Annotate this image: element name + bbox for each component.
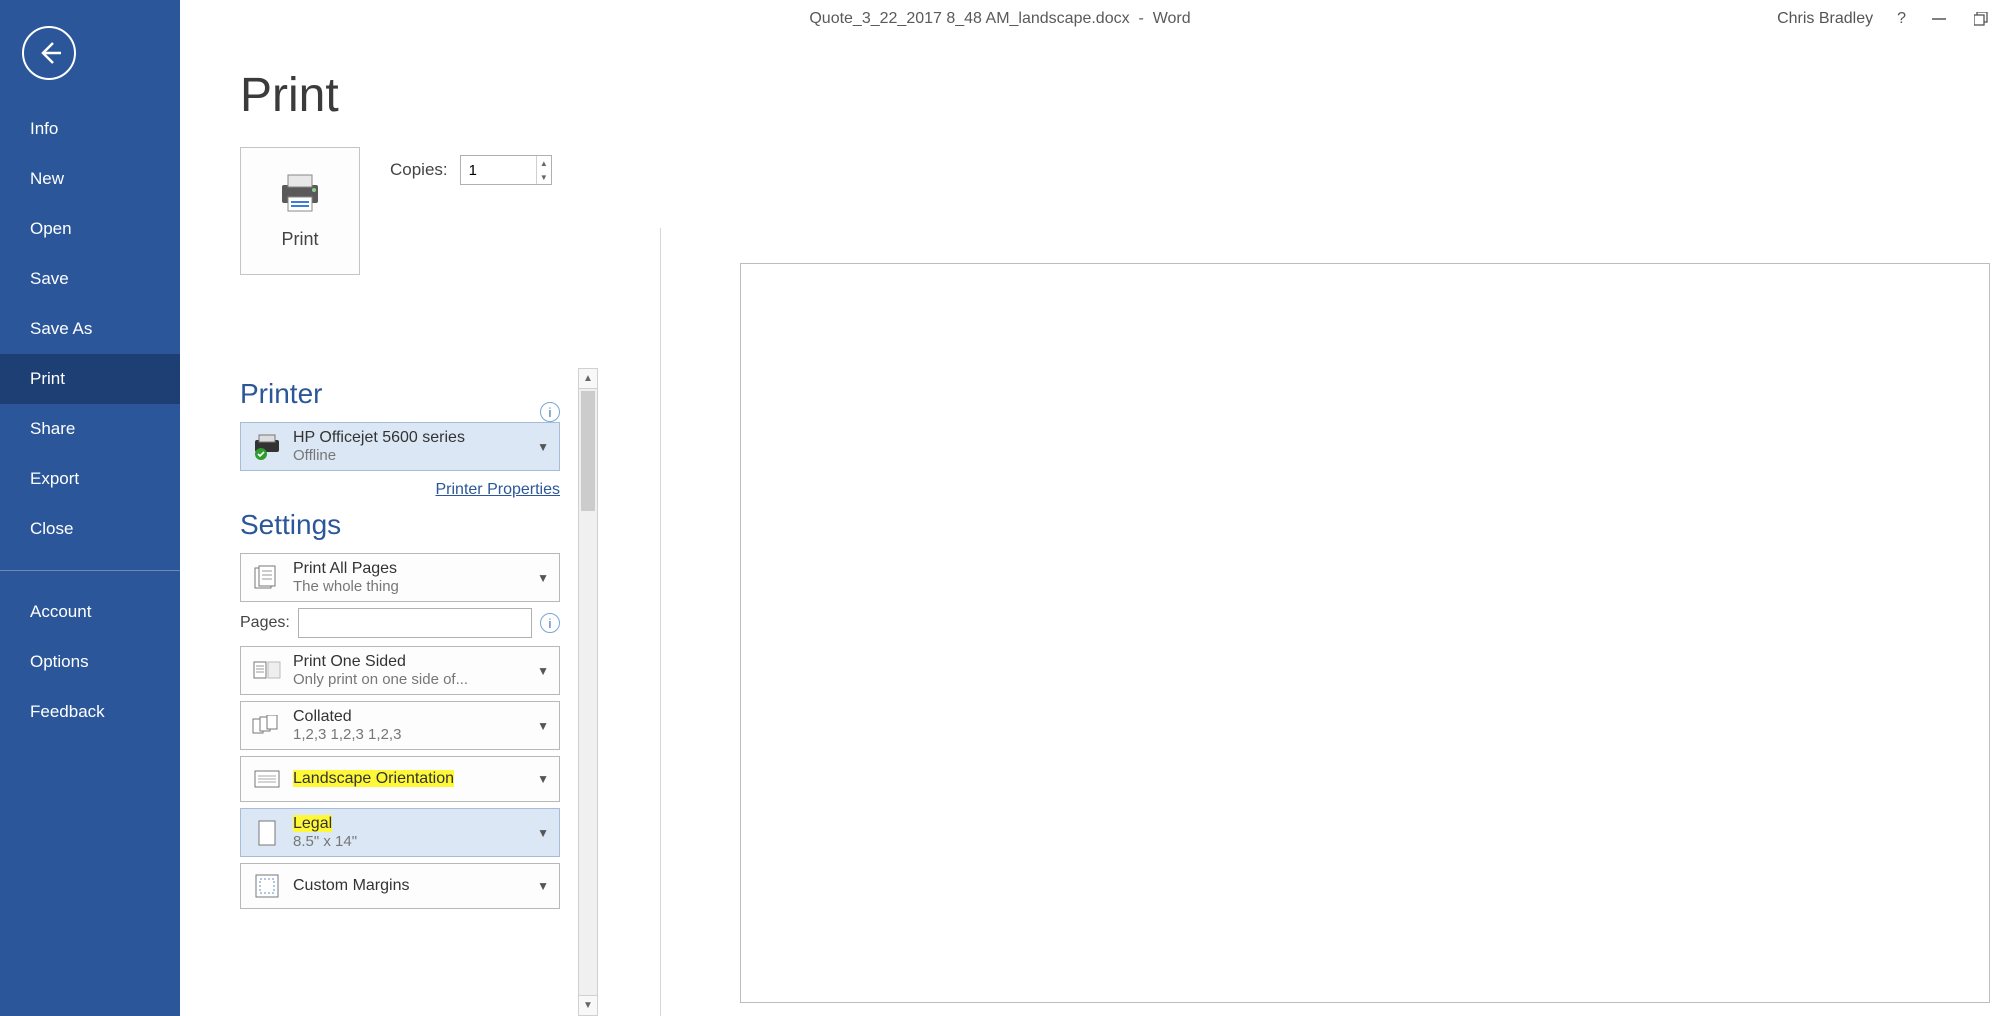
printer-status-icon xyxy=(251,431,283,463)
minimize-button[interactable] xyxy=(1930,10,1948,28)
user-name[interactable]: Chris Bradley xyxy=(1777,10,1873,28)
printer-selector[interactable]: HP Officejet 5600 series Offline ▼ xyxy=(240,422,560,471)
sidebar-item-save[interactable]: Save xyxy=(0,254,180,304)
print-what-selector[interactable]: Print All Pages The whole thing ▼ xyxy=(240,553,560,602)
sides-selector[interactable]: Print One Sided Only print on one side o… xyxy=(240,646,560,695)
printer-section-title: Printer xyxy=(240,378,322,410)
copies-stepper[interactable]: ▲ ▼ xyxy=(460,155,552,185)
orientation-selector[interactable]: Landscape Orientation ▼ xyxy=(240,756,560,802)
print-preview xyxy=(740,263,1990,1003)
restore-button[interactable] xyxy=(1972,10,1990,28)
chevron-down-icon: ▼ xyxy=(537,879,549,893)
orientation-primary: Landscape Orientation xyxy=(293,770,454,788)
collate-selector[interactable]: Collated 1,2,3 1,2,3 1,2,3 ▼ xyxy=(240,701,560,750)
title-bar: Quote_3_22_2017 8_48 AM_landscape.docx -… xyxy=(0,0,2000,38)
one-sided-icon xyxy=(251,655,283,687)
chevron-down-icon: ▼ xyxy=(537,772,549,786)
page-title: Print xyxy=(240,68,1960,123)
print-button[interactable]: Print xyxy=(240,147,360,275)
copies-up[interactable]: ▲ xyxy=(537,156,551,170)
print-button-label: Print xyxy=(281,229,318,250)
sides-primary: Print One Sided xyxy=(293,653,468,671)
sidebar-item-share[interactable]: Share xyxy=(0,404,180,454)
print-what-primary: Print All Pages xyxy=(293,560,399,578)
paper-size-selector[interactable]: Legal 8.5" x 14" ▼ xyxy=(240,808,560,857)
collate-primary: Collated xyxy=(293,708,401,726)
printer-status: Offline xyxy=(293,447,465,464)
sidebar-item-new[interactable]: New xyxy=(0,154,180,204)
sidebar-divider xyxy=(0,570,180,571)
printer-properties-link[interactable]: Printer Properties xyxy=(240,481,560,499)
sidebar-item-feedback[interactable]: Feedback xyxy=(0,687,180,737)
pages-label: Pages: xyxy=(240,614,290,632)
sidebar-item-info[interactable]: Info xyxy=(0,104,180,154)
collate-secondary: 1,2,3 1,2,3 1,2,3 xyxy=(293,726,401,743)
scroll-down-button[interactable]: ▼ xyxy=(579,995,597,1015)
back-button[interactable] xyxy=(22,26,76,80)
scroll-up-button[interactable]: ▲ xyxy=(579,369,597,389)
sidebar-item-close[interactable]: Close xyxy=(0,504,180,554)
document-title: Quote_3_22_2017 8_48 AM_landscape.docx -… xyxy=(809,10,1190,28)
landscape-icon xyxy=(251,763,283,795)
copies-down[interactable]: ▼ xyxy=(537,170,551,184)
paper-primary: Legal xyxy=(293,815,357,833)
chevron-down-icon: ▼ xyxy=(537,440,549,454)
sidebar-item-open[interactable]: Open xyxy=(0,204,180,254)
settings-scrollbar[interactable]: ▲ ▼ xyxy=(578,368,598,1016)
help-button[interactable]: ? xyxy=(1897,10,1906,28)
copies-input[interactable] xyxy=(461,156,536,184)
page-icon xyxy=(251,817,283,849)
pages-info-icon[interactable]: i xyxy=(540,613,560,633)
pages-input[interactable] xyxy=(298,608,532,638)
collate-icon xyxy=(251,710,283,742)
pages-stack-icon xyxy=(251,562,283,594)
printer-icon xyxy=(276,173,324,213)
scroll-thumb[interactable] xyxy=(581,391,595,511)
chevron-down-icon: ▼ xyxy=(537,826,549,840)
backstage-sidebar: Info New Open Save Save As Print Share E… xyxy=(0,0,180,1016)
sidebar-item-print[interactable]: Print xyxy=(0,354,180,404)
printer-info-icon[interactable]: i xyxy=(540,402,560,422)
printer-name: HP Officejet 5600 series xyxy=(293,429,465,447)
sidebar-item-account[interactable]: Account xyxy=(0,587,180,637)
chevron-down-icon: ▼ xyxy=(537,664,549,678)
chevron-down-icon: ▼ xyxy=(537,571,549,585)
margins-primary: Custom Margins xyxy=(293,877,409,895)
copies-label: Copies: xyxy=(390,160,448,180)
vertical-separator xyxy=(660,228,661,1016)
margins-icon xyxy=(251,870,283,902)
margins-selector[interactable]: Custom Margins ▼ xyxy=(240,863,560,909)
chevron-down-icon: ▼ xyxy=(537,719,549,733)
settings-section-title: Settings xyxy=(240,509,560,541)
paper-secondary: 8.5" x 14" xyxy=(293,833,357,850)
sides-secondary: Only print on one side of... xyxy=(293,671,468,688)
backstage-main: Print Print Copies: xyxy=(180,38,2000,1016)
print-what-secondary: The whole thing xyxy=(293,578,399,595)
sidebar-item-options[interactable]: Options xyxy=(0,637,180,687)
sidebar-item-save-as[interactable]: Save As xyxy=(0,304,180,354)
sidebar-item-export[interactable]: Export xyxy=(0,454,180,504)
